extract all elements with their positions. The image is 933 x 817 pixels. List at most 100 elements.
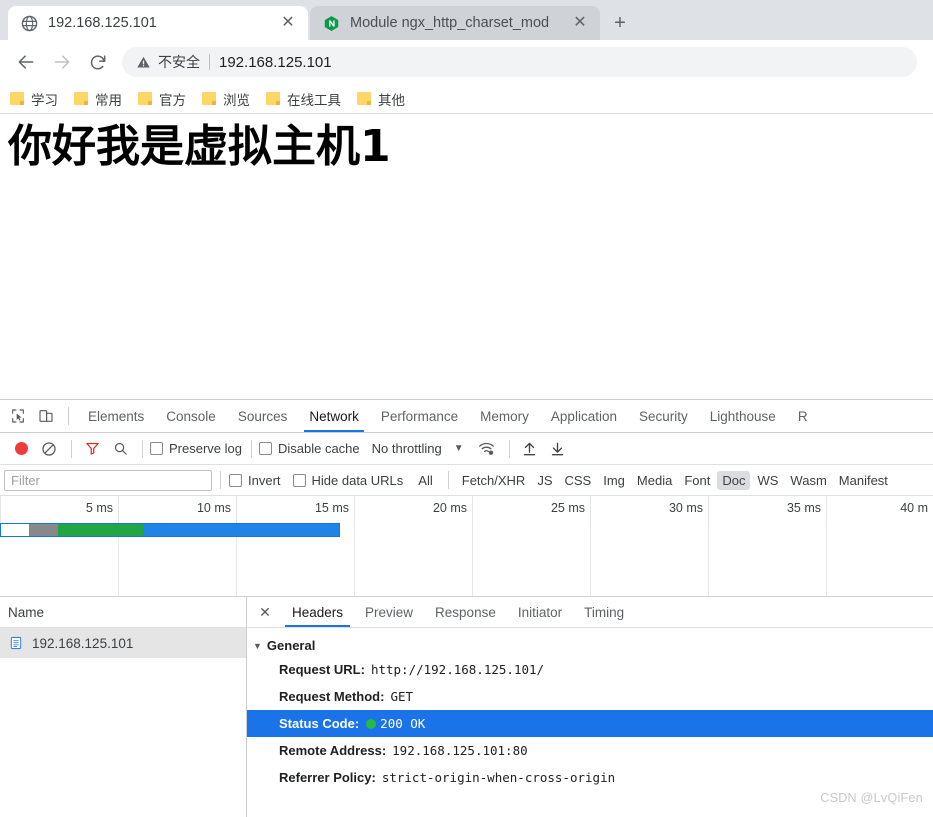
browser-tab-2-close-icon[interactable]: ✕ <box>570 13 590 33</box>
header-value: strict-origin-when-cross-origin <box>381 770 616 785</box>
header-row-status-code[interactable]: Status Code: 200 OK <box>247 710 933 737</box>
request-name: 192.168.125.101 <box>32 635 134 651</box>
bookmark-item-4[interactable]: 在线工具 <box>266 89 341 109</box>
details-tab-response[interactable]: Response <box>424 597 507 627</box>
bookmark-item-5[interactable]: 其他 <box>357 89 405 109</box>
general-section-header[interactable]: ▼ General <box>247 635 933 656</box>
chevron-down-icon[interactable]: ▼ <box>454 443 464 454</box>
throttling-select[interactable]: No throttling <box>372 441 442 456</box>
overview-tick-2: 15 ms <box>314 501 349 515</box>
toolbar-divider-1 <box>71 439 72 458</box>
toolbar-divider-2 <box>142 439 143 458</box>
request-list-header[interactable]: Name <box>0 597 246 628</box>
filter-funnel-icon[interactable] <box>79 436 105 462</box>
new-tab-button[interactable]: + <box>606 9 634 37</box>
filter-type-js[interactable]: JS <box>532 471 557 490</box>
overview-gridline <box>826 522 827 596</box>
forward-icon[interactable] <box>44 44 80 80</box>
details-tab-preview[interactable]: Preview <box>354 597 424 627</box>
details-tab-headers[interactable]: Headers <box>281 597 354 627</box>
general-section-label: General <box>266 638 316 653</box>
overview-tick-0: 5 ms <box>85 501 113 515</box>
request-details-panel: ✕ Headers Preview Response Initiator Tim… <box>247 597 933 817</box>
header-key: Request Method: <box>279 689 385 704</box>
header-key: Status Code: <box>279 716 360 731</box>
browser-tab-1[interactable]: 192.168.125.101 ✕ <box>8 6 308 40</box>
devtools-tab-memory[interactable]: Memory <box>469 400 540 432</box>
filter-type-manifest[interactable]: Manifest <box>834 471 893 490</box>
upload-arrow-icon[interactable] <box>517 436 543 462</box>
reload-icon[interactable] <box>80 44 116 80</box>
invert-checkbox[interactable]: Invert <box>229 473 281 488</box>
inspect-element-icon[interactable] <box>4 403 32 429</box>
device-toolbar-icon[interactable] <box>32 403 60 429</box>
filter-type-ws[interactable]: WS <box>752 471 783 490</box>
filter-type-doc[interactable]: Doc <box>717 470 751 490</box>
filter-input[interactable]: Filter <box>4 469 212 491</box>
folder-icon <box>266 92 280 105</box>
devtools-tab-recorder[interactable]: R <box>787 400 819 432</box>
disable-cache-checkbox[interactable]: Disable cache <box>258 441 360 456</box>
page-heading: 你好我是虚拟主机1 <box>8 121 391 172</box>
checkbox-box <box>229 473 242 487</box>
hide-data-urls-checkbox[interactable]: Hide data URLs <box>292 473 403 488</box>
search-icon[interactable] <box>107 436 133 462</box>
network-overview[interactable]: 5 ms 10 ms 15 ms 20 ms 25 ms 30 ms 35 ms… <box>0 496 933 597</box>
back-icon[interactable] <box>8 44 44 80</box>
filter-type-all[interactable]: All <box>413 471 437 490</box>
devtools-panel: Elements Console Sources Network Perform… <box>0 399 933 817</box>
filter-type-fetch-xhr[interactable]: Fetch/XHR <box>457 471 531 490</box>
devtools-tab-elements[interactable]: Elements <box>77 400 155 432</box>
header-value: 192.168.125.101:80 <box>392 743 528 758</box>
overview-tick-7: 40 m <box>900 501 928 515</box>
filter-type-media[interactable]: Media <box>632 471 677 490</box>
clear-no-entry-icon[interactable] <box>36 436 62 462</box>
wifi-settings-icon[interactable] <box>474 436 500 462</box>
bookmark-label-2: 官方 <box>159 92 186 108</box>
overview-request-bar <box>0 523 340 537</box>
checkbox-box <box>292 473 306 487</box>
checkbox-box <box>150 442 163 455</box>
bookmark-item-1[interactable]: 常用 <box>74 89 122 109</box>
record-circle-icon[interactable] <box>8 436 34 462</box>
bookmark-label-3: 浏览 <box>223 92 250 108</box>
network-split-view: Name 192.168.125.101 ✕ Headers Preview R… <box>0 597 933 817</box>
warning-triangle-icon <box>136 55 151 70</box>
bookmark-label-1: 常用 <box>95 92 122 108</box>
close-icon[interactable]: ✕ <box>253 600 277 624</box>
details-tab-timing[interactable]: Timing <box>573 597 635 627</box>
bookmark-label-5: 其他 <box>378 92 405 108</box>
address-bar[interactable]: 不安全 192.168.125.101 <box>122 47 917 77</box>
details-tab-initiator[interactable]: Initiator <box>507 597 573 627</box>
preserve-log-label: Preserve log <box>169 441 242 456</box>
overview-segment-queueing <box>1 524 29 536</box>
devtools-tab-network[interactable]: Network <box>298 400 370 432</box>
bookmark-item-2[interactable]: 官方 <box>138 89 186 109</box>
browser-tab-2[interactable]: Module ngx_http_charset_mod ✕ <box>310 6 600 40</box>
browser-tab-1-close-icon[interactable]: ✕ <box>278 13 298 33</box>
download-arrow-icon[interactable] <box>545 436 571 462</box>
filter-type-wasm[interactable]: Wasm <box>785 471 831 490</box>
preserve-log-checkbox[interactable]: Preserve log <box>150 441 242 456</box>
header-row-request-method: Request Method: GET <box>247 683 933 710</box>
headers-body: ▼ General Request URL: http://192.168.12… <box>247 628 933 817</box>
devtools-tab-security[interactable]: Security <box>628 400 699 432</box>
toolbar-divider-4 <box>508 439 510 458</box>
address-bar-url: 192.168.125.101 <box>219 53 332 71</box>
devtools-tab-application[interactable]: Application <box>540 400 628 432</box>
bookmark-item-3[interactable]: 浏览 <box>202 89 250 109</box>
table-row[interactable]: 192.168.125.101 <box>0 628 246 658</box>
filter-type-img[interactable]: Img <box>598 471 630 490</box>
folder-icon <box>357 92 371 105</box>
toolbar-divider-3 <box>250 439 252 458</box>
devtools-tab-lighthouse[interactable]: Lighthouse <box>699 400 787 432</box>
filter-type-font[interactable]: Font <box>679 471 715 490</box>
devtools-tab-console[interactable]: Console <box>155 400 227 432</box>
bookmark-item-0[interactable]: 学习 <box>10 89 58 109</box>
devtools-tab-performance[interactable]: Performance <box>370 400 469 432</box>
devtools-tab-sources[interactable]: Sources <box>227 400 299 432</box>
filter-type-css[interactable]: CSS <box>560 471 597 490</box>
header-row-referrer-policy: Referrer Policy: strict-origin-when-cros… <box>247 764 933 791</box>
devtools-toolbar-divider <box>68 407 69 425</box>
page-viewport: 你好我是虚拟主机1 <box>0 114 933 408</box>
